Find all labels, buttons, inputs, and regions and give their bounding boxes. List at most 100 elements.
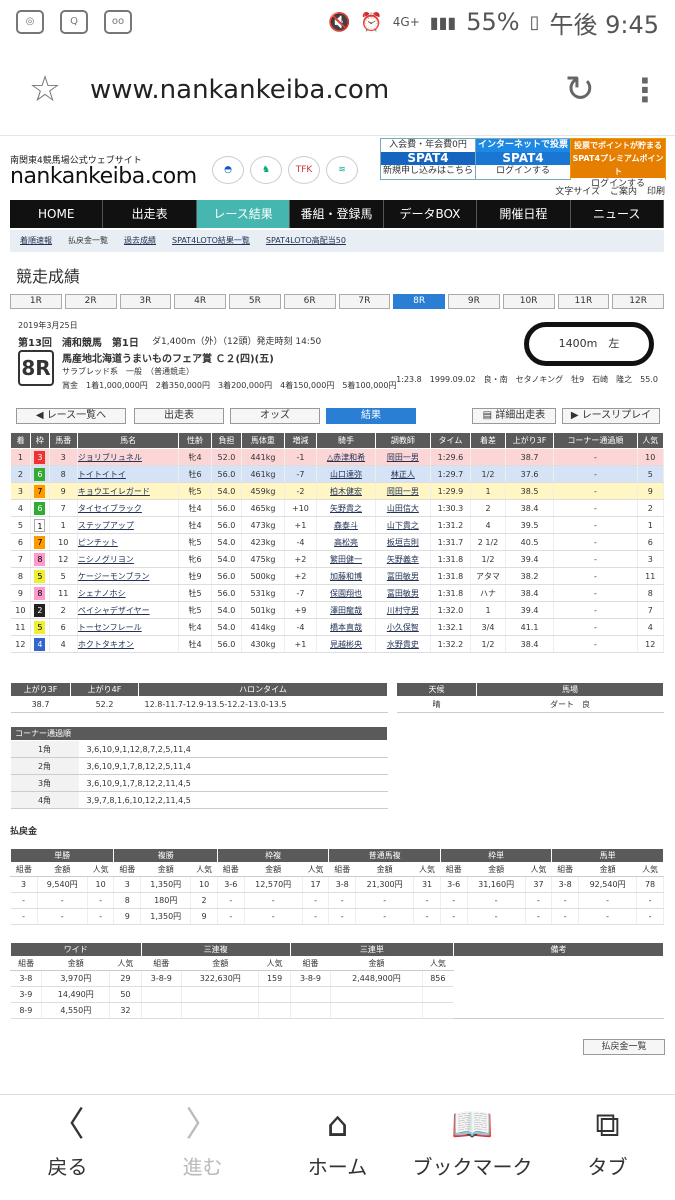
back-button[interactable]: 〈戻る [0,1095,135,1200]
payout-sub-header: 組番 [439,862,468,877]
jockey-link[interactable]: 澤田龍哉 [316,601,376,619]
bookmarks-button[interactable]: 📖 ブックマーク [405,1095,540,1200]
jockey-link[interactable]: △赤津和希 [316,448,376,466]
horse-name-link[interactable]: タイセイブラック [77,499,180,517]
jockey-link[interactable]: 高松亮 [316,533,376,551]
race-tab[interactable]: 4R [174,294,226,309]
horse-name-link[interactable]: ピンチット [77,533,180,551]
payout-cell: - [37,892,88,909]
bookmark-star-icon[interactable]: ☆ [0,69,90,110]
trainer-link[interactable]: 川村守男 [375,601,431,619]
race-tab[interactable]: 12R [612,294,664,309]
trainer-link[interactable]: 岡田一男 [375,482,431,500]
horse-name-link[interactable]: トーセンフレール [77,618,180,636]
horse-name-link[interactable]: ホクトタキオン [77,635,180,653]
trainer-link[interactable]: 冨田敏男 [375,584,431,602]
urawa-racecourse-icon[interactable]: ≋ [326,156,358,184]
subnav-link[interactable]: SPAT4LOTO結果一覧 [172,230,250,252]
odds-button[interactable]: オッズ [230,408,320,424]
jockey-link[interactable]: 橋本直哉 [316,618,376,636]
trainer-link[interactable]: 水野貴史 [375,635,431,653]
detail-entry-button[interactable]: ▤ 詳細出走表 [472,408,556,424]
forward-button[interactable]: 〉進む [135,1095,270,1200]
result-cell: 牝6 [178,550,212,568]
race-replay-button[interactable]: ▶ レースリプレイ [562,408,660,424]
kawasaki-racecourse-icon[interactable]: ♞ [250,156,282,184]
subnav-link[interactable]: 着順速報 [20,230,52,252]
nav-programs[interactable]: 番組・登録馬 [290,200,384,228]
jockey-link[interactable]: 柏木健宏 [316,482,376,500]
tabs-button[interactable]: ⧉ タブ [540,1095,675,1200]
jockey-link[interactable]: 矢野貴之 [316,499,376,517]
spat4-login-banner[interactable]: インターネットで投票 SPAT4 ログインする [475,138,571,180]
nav-home[interactable]: HOME [10,200,104,228]
nav-schedule[interactable]: 開催日程 [477,200,571,228]
spat4-premium-banner[interactable]: 投票でポイントが貯まる SPAT4プレミアムポイント ログインする [570,138,666,191]
jockey-link[interactable]: 加藤和博 [316,567,376,585]
jockey-link[interactable]: 山口達弥 [316,465,376,483]
jockey-link[interactable]: 森泰斗 [316,516,376,534]
race-tab[interactable]: 5R [229,294,281,309]
race-tab[interactable]: 3R [119,294,172,309]
subnav-link[interactable]: 過去成績 [124,230,156,252]
jockey-link[interactable]: 繁田健一 [316,550,376,568]
race-tab[interactable]: 10R [502,294,555,309]
trainer-link[interactable]: 岡田一男 [375,448,431,466]
result-button[interactable]: 結果 [326,408,416,424]
payout-list-button[interactable]: 払戻金一覧 [583,1039,665,1055]
jockey-link[interactable]: 保園翔也 [316,584,376,602]
result-cell: 9 [49,482,78,500]
nav-news[interactable]: ニュース [571,200,664,228]
home-button[interactable]: ⌂ ホーム [270,1095,405,1200]
trainer-link[interactable]: 冨田敏男 [375,567,431,585]
nav-entries[interactable]: 出走表 [103,200,197,228]
nav-results[interactable]: レース結果 [196,200,291,228]
oi-racecourse-icon[interactable]: ◓ [212,156,244,184]
jockey-link[interactable]: 見越彬央 [316,635,376,653]
entry-button[interactable]: 出走表 [134,408,224,424]
trainer-link[interactable]: 山田信大 [375,499,431,517]
race-tab[interactable]: 1R [10,294,62,309]
weather-table: 天候 馬場 晴 ダート 良 [396,682,664,713]
trainer-link[interactable]: 小久保智 [375,618,431,636]
guide-link[interactable]: ご案内 [610,184,637,197]
horse-name-link[interactable]: キョウエイレガード [77,482,180,500]
back-to-list-button[interactable]: ◀ レース一覧へ [16,408,126,424]
horse-name-link[interactable]: シェナノホシ [77,584,180,602]
race-tab[interactable]: 9R [448,294,500,309]
spat4-signup-banner[interactable]: 入会費・年会費0円 SPAT4 新規申し込みはこちら [380,138,476,180]
subnav-link[interactable]: 払戻金一覧 [68,230,108,252]
result-cell: 38.2 [505,567,555,585]
payout-sub-header: 金額 [41,956,111,971]
result-cell: 7 [30,482,50,500]
horse-name-link[interactable]: ケージーモンブラン [77,567,180,585]
horse-name-link[interactable]: ペイシャデザイヤー [77,601,180,619]
trainer-link[interactable]: 山下貴之 [375,516,431,534]
more-menu-icon[interactable]: ⋮ [615,71,675,109]
url-field[interactable]: www.nankankeiba.com [90,75,545,105]
subnav-link[interactable]: SPAT4LOTO高配当50 [266,230,346,252]
payout-cell: - [217,908,245,925]
tabs-label: タブ [587,1155,628,1179]
race-tab[interactable]: 6R [283,294,336,309]
race-tab[interactable]: 8R [393,294,445,309]
site-logo[interactable]: nankankeiba.com [10,164,197,189]
result-header: 調教師 [374,432,431,449]
race-tab[interactable]: 2R [64,294,117,309]
reload-icon[interactable]: ↻ [545,69,615,110]
horse-name-link[interactable]: ジョリブリュネル [77,448,180,466]
trainer-link[interactable]: 林正人 [375,465,431,483]
horse-name-link[interactable]: ステップアップ [77,516,180,534]
race-tab[interactable]: 7R [338,294,391,309]
funabashi-racecourse-icon[interactable]: TFK [288,156,320,184]
payout-cell: - [10,892,38,909]
trainer-link[interactable]: 矢野義幸 [375,550,431,568]
font-size-link[interactable]: 文字サイズ [555,184,600,197]
horse-name-link[interactable]: ニシノグリヨン [77,550,180,568]
race-tab[interactable]: 11R [557,294,610,309]
horse-name-link[interactable]: トイトイトイ [77,465,180,483]
trainer-link[interactable]: 板垣吉則 [375,533,431,551]
print-link[interactable]: 印刷 [647,184,665,197]
nav-databox[interactable]: データBOX [384,200,478,228]
bookmarks-label: ブックマーク [412,1155,533,1179]
